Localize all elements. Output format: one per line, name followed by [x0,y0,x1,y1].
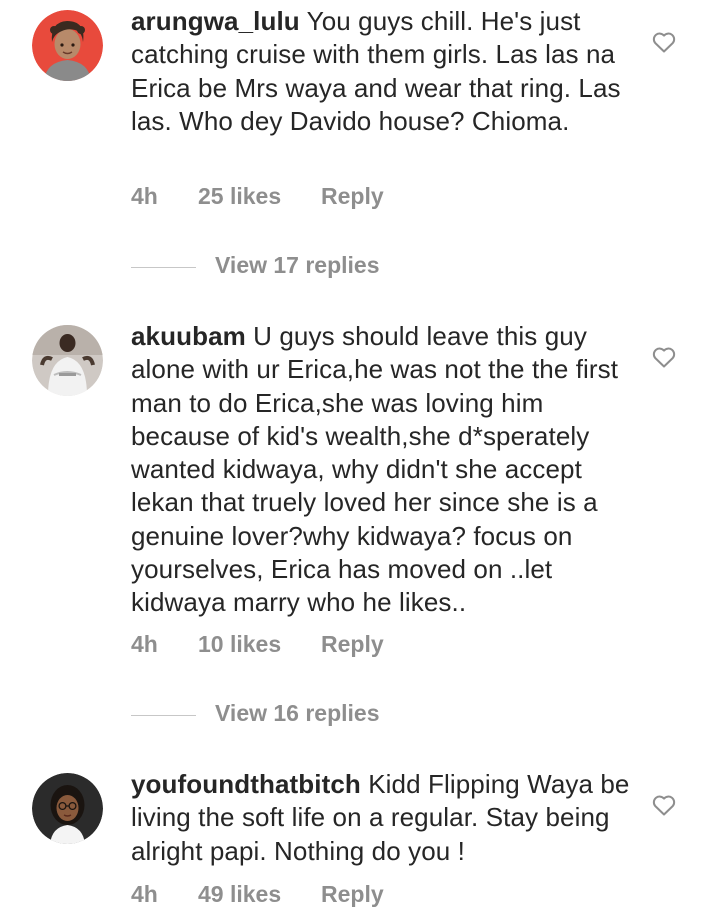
avatar[interactable] [32,10,103,81]
view-replies-divider [131,267,196,268]
comment-username[interactable]: arungwa_lulu [131,6,300,36]
comment-text-block: akuubam U guys should leave this guy alo… [131,320,631,620]
comment-time: 4h [131,631,158,657]
comment-likes[interactable]: 49 likes [198,881,281,908]
comment-text-block: arungwa_lulu You guys chill. He's just c… [131,5,631,138]
heart-outline-icon[interactable] [652,794,676,816]
avatar-image [32,325,103,396]
heart-outline-icon[interactable] [652,31,676,53]
comment-time: 4h [131,881,158,907]
avatar[interactable] [32,773,103,844]
reply-button[interactable]: Reply [321,881,384,908]
heart-outline-icon[interactable] [652,346,676,368]
avatar-image [32,10,103,81]
reply-button[interactable]: Reply [321,631,384,658]
view-replies-label[interactable]: View 17 replies [215,252,380,279]
comment-text: U guys should leave this guy alone with … [131,321,619,618]
comment-username[interactable]: youfoundthatbitch [131,769,361,799]
view-replies-label[interactable]: View 16 replies [215,700,380,727]
comment-time: 4h [131,183,158,209]
comment-likes[interactable]: 25 likes [198,183,281,210]
comment-text-block: youfoundthatbitch Kidd Flipping Waya be … [131,768,631,868]
comment-likes[interactable]: 10 likes [198,631,281,658]
reply-button[interactable]: Reply [321,183,384,210]
view-replies-divider [131,715,196,716]
avatar-image [32,773,103,844]
comment-username[interactable]: akuubam [131,321,246,351]
avatar[interactable] [32,325,103,396]
